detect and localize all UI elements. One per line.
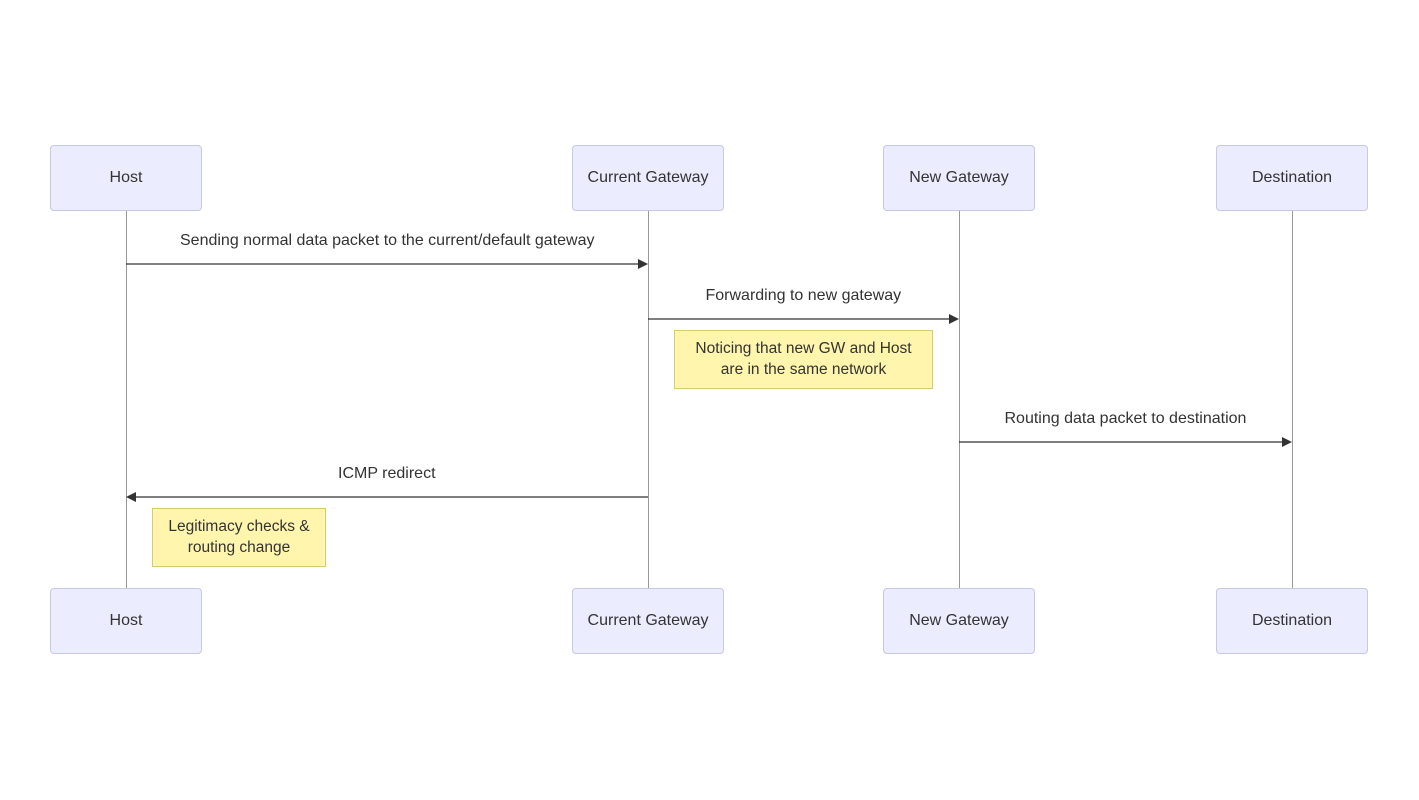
actor-host-top: Host <box>50 145 202 211</box>
actor-label: Host <box>110 612 143 630</box>
actor-host-bottom: Host <box>50 588 202 654</box>
message-label: Routing data packet to destination <box>1005 410 1247 428</box>
message-text: Forwarding to new gateway <box>706 287 902 304</box>
actor-label: Destination <box>1252 169 1332 187</box>
message-arrow <box>126 256 648 272</box>
lifeline-destination <box>1292 211 1293 588</box>
message-label: Forwarding to new gateway <box>706 287 902 305</box>
actor-destination-bottom: Destination <box>1216 588 1368 654</box>
message-label: Sending normal data packet to the curren… <box>180 232 594 250</box>
note-text: Noticing that new GW and Host are in the… <box>695 339 911 379</box>
message-arrow <box>959 434 1292 450</box>
message-text: Routing data packet to destination <box>1005 410 1247 427</box>
note-text: Legitimacy checks & routing change <box>168 517 309 557</box>
message-arrow <box>648 311 959 327</box>
actor-label: Host <box>110 169 143 187</box>
sequence-diagram: Host Current Gateway New Gateway Destina… <box>0 0 1419 800</box>
lifeline-new-gateway <box>959 211 960 588</box>
actor-label: New Gateway <box>909 169 1009 187</box>
actor-label: Current Gateway <box>588 612 709 630</box>
actor-new-gateway-top: New Gateway <box>883 145 1035 211</box>
actor-destination-top: Destination <box>1216 145 1368 211</box>
actor-label: New Gateway <box>909 612 1009 630</box>
actor-label: Current Gateway <box>588 169 709 187</box>
actor-current-gateway-bottom: Current Gateway <box>572 588 724 654</box>
message-label: ICMP redirect <box>338 465 436 483</box>
message-text: Sending normal data packet to the curren… <box>180 232 594 249</box>
lifeline-current-gateway <box>648 211 649 588</box>
actor-label: Destination <box>1252 612 1332 630</box>
message-text: ICMP redirect <box>338 465 436 482</box>
actor-new-gateway-bottom: New Gateway <box>883 588 1035 654</box>
note: Noticing that new GW and Host are in the… <box>674 330 933 389</box>
note: Legitimacy checks & routing change <box>152 508 326 567</box>
message-arrow <box>126 489 648 505</box>
actor-current-gateway-top: Current Gateway <box>572 145 724 211</box>
